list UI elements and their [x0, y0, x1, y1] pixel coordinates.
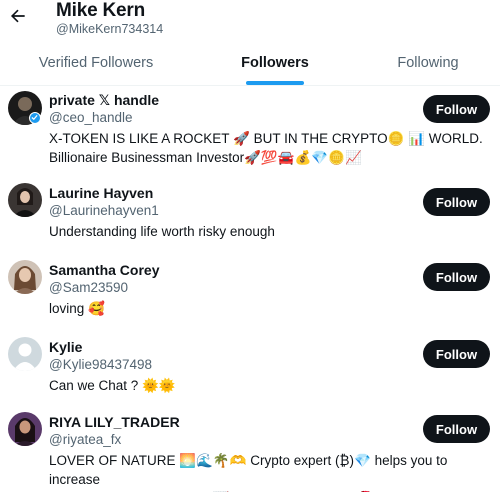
tab-following[interactable]: Following — [380, 40, 476, 86]
back-arrow-icon[interactable] — [8, 6, 32, 30]
user-name[interactable]: Kylie — [49, 339, 82, 355]
follow-button[interactable]: Follow — [423, 340, 490, 368]
avatar[interactable] — [8, 260, 42, 294]
avatar[interactable] — [8, 412, 42, 446]
user-bio: loving 🥰 — [49, 301, 105, 316]
follow-button[interactable]: Follow — [423, 95, 490, 123]
user-handle: @Sam23590 — [49, 280, 129, 295]
user-bio: LOVER OF NATURE 🌅🌊🌴🫶 Crypto expert (₿)💎 … — [49, 453, 448, 492]
follow-button[interactable]: Follow — [423, 188, 490, 216]
follow-button[interactable]: Follow — [423, 263, 490, 291]
list-item[interactable]: Kylie @Kylie98437498 Can we Chat ? 🌞🌞 Fo… — [0, 335, 500, 407]
user-name[interactable]: RIYA LILY_TRADER — [49, 414, 180, 430]
list-item[interactable]: RIYA LILY_TRADER @riyatea_fx LOVER OF NA… — [0, 412, 500, 492]
list-item[interactable]: Samantha Corey @Sam23590 loving 🥰 Follow — [0, 258, 500, 330]
follow-button[interactable]: Follow — [423, 415, 490, 443]
user-bio: Can we Chat ? 🌞🌞 — [49, 378, 176, 393]
user-name[interactable]: Laurine Hayven — [49, 185, 153, 201]
user-handle: @Kylie98437498 — [49, 357, 153, 372]
user-handle: @ceo_handle — [49, 110, 133, 125]
avatar[interactable] — [8, 183, 42, 217]
list-item[interactable]: Laurine Hayven @Laurinehayven1 Understan… — [0, 181, 500, 253]
user-bio: X-TOKEN IS LIKE A ROCKET 🚀 BUT IN THE CR… — [49, 131, 483, 165]
profile-handle: @MikeKern734314 — [56, 22, 164, 36]
user-handle: @riyatea_fx — [49, 432, 122, 447]
user-name[interactable]: Samantha Corey — [49, 262, 159, 278]
user-bio: Understanding life worth risky enough — [49, 224, 275, 239]
tab-verified-followers[interactable]: Verified Followers — [20, 40, 172, 86]
user-handle: @Laurinehayven1 — [49, 203, 159, 218]
verified-badge-icon — [29, 112, 41, 124]
avatar[interactable] — [8, 337, 42, 371]
profile-header: Mike Kern @MikeKern734314 — [0, 0, 500, 40]
follow-tabs: Verified Followers Followers Following — [0, 40, 500, 86]
active-tab-indicator — [246, 81, 304, 85]
list-item[interactable]: private 𝕏 handle @ceo_handle X-TOKEN IS … — [0, 86, 500, 176]
profile-name: Mike Kern — [56, 0, 146, 21]
tab-followers[interactable]: Followers — [220, 40, 330, 86]
user-name[interactable]: private 𝕏 handle — [49, 92, 159, 109]
